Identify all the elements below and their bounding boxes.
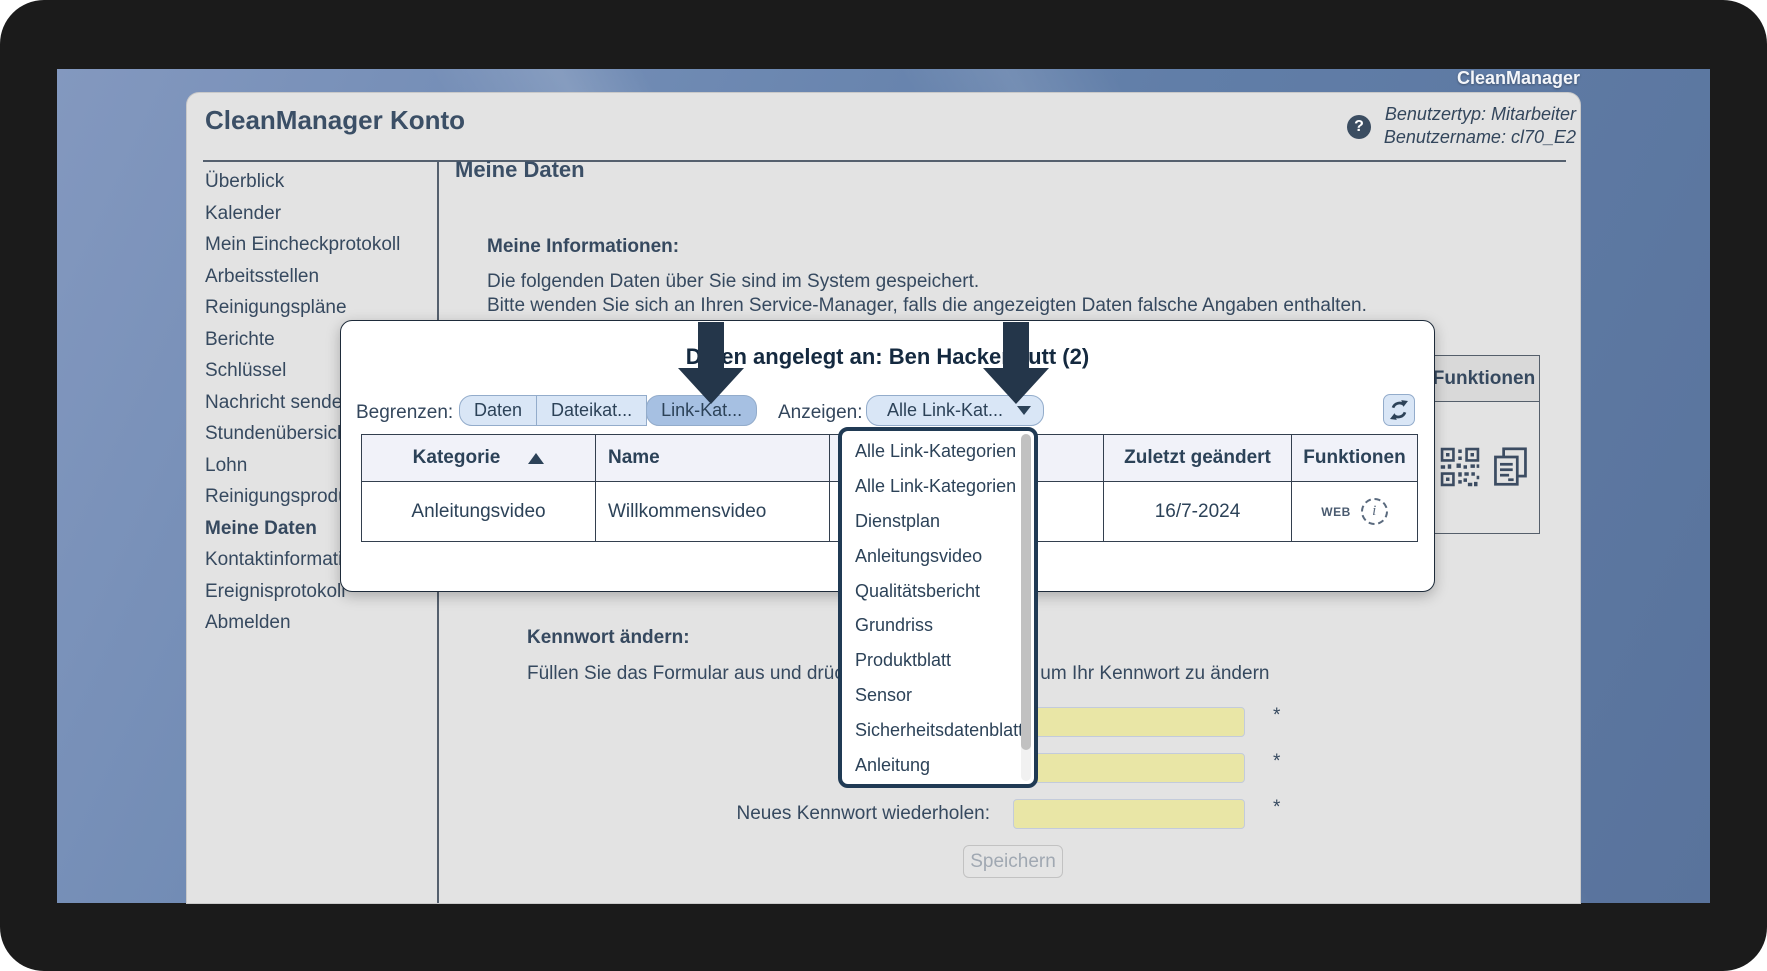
user-type-label: Benutzertyp: Mitarbeiter (1384, 103, 1576, 126)
screenshot-stage: CleanManager CleanManager Konto ? Benutz… (0, 0, 1767, 971)
save-button[interactable]: Speichern (963, 845, 1063, 878)
help-icon[interactable]: ? (1347, 115, 1371, 139)
limit-label: Begrenzen: (356, 402, 453, 424)
copy-documents-icon[interactable] (1490, 446, 1530, 488)
dropdown-option-dienstplan[interactable]: Dienstplan (842, 504, 1034, 539)
user-info: Benutzertyp: Mitarbeiter Benutzername: c… (1384, 103, 1576, 149)
dropdown-option-anleitungsvideo[interactable]: Anleitungsvideo (842, 539, 1034, 574)
column-header-funktionen: Funktionen (1292, 435, 1417, 482)
sidebar-item-kalender[interactable]: Kalender (205, 203, 445, 235)
repeat-password-input[interactable] (1013, 799, 1245, 829)
sort-ascending-icon (528, 453, 544, 464)
info-heading: Meine Informationen: (487, 236, 679, 258)
dropdown-option-sensor[interactable]: Sensor (842, 678, 1034, 713)
dropdown-option-qualitaetsbericht[interactable]: Qualitätsbericht (842, 574, 1034, 609)
web-link[interactable]: WEB (1321, 505, 1351, 519)
refresh-icon (1388, 399, 1410, 421)
dropdown-option-alle-2[interactable]: Alle Link-Kategorien (842, 469, 1034, 504)
page-title: CleanManager Konto (205, 105, 465, 136)
dropdown-scrollbar-thumb[interactable] (1021, 434, 1031, 750)
cell-zuletzt-geaendert: 16/7-2024 (1104, 482, 1292, 541)
dropdown-option-sicherheitsdatenblatt[interactable]: Sicherheitsdatenblatt (842, 713, 1034, 748)
background-table-header-funktionen: Funktionen (1428, 355, 1540, 402)
dropdown-option-alle-1[interactable]: Alle Link-Kategorien (842, 434, 1034, 469)
brand-label: CleanManager (1457, 68, 1580, 89)
qr-code-icon[interactable] (1439, 446, 1481, 488)
cell-kategorie: Anleitungsvideo (362, 482, 596, 541)
refresh-button[interactable] (1383, 394, 1415, 426)
limit-button-daten[interactable]: Daten (459, 395, 537, 426)
sidebar-item-ueberblick[interactable]: Überblick (205, 171, 445, 203)
header-divider (203, 160, 1566, 162)
old-password-required: * (1273, 705, 1280, 727)
sidebar-item-arbeitsstellen[interactable]: Arbeitsstellen (205, 266, 445, 298)
arrow-shaft (1003, 322, 1029, 368)
dialog-title: Daten angelegt an: Ben Hackenbutt (2) (341, 344, 1434, 370)
annotation-arrow-link-kategorien (678, 322, 744, 404)
arrow-head (983, 368, 1049, 404)
info-line-1: Die folgenden Daten über Sie sind im Sys… (487, 271, 979, 293)
dropdown-scrollbar[interactable] (1021, 434, 1031, 781)
column-header-kategorie[interactable]: Kategorie (362, 435, 596, 482)
repeat-password-label: Neues Kennwort wiederholen: (527, 803, 990, 825)
column-header-zuletzt-geaendert: Zuletzt geändert (1104, 435, 1292, 482)
repeat-password-required: * (1273, 797, 1280, 819)
background-table-row-funktionen (1428, 401, 1540, 534)
dropdown-option-produktblatt[interactable]: Produktblatt (842, 643, 1034, 678)
section-title: Meine Daten (455, 157, 585, 183)
old-password-input[interactable] (1013, 707, 1245, 737)
info-line-2: Bitte wenden Sie sich an Ihren Service-M… (487, 295, 1367, 317)
info-icon[interactable]: i (1361, 498, 1388, 525)
column-header-name: Name (596, 435, 830, 482)
cell-name: Willkommensvideo (596, 482, 830, 541)
dropdown-option-grundriss[interactable]: Grundriss (842, 608, 1034, 643)
new-password-required: * (1273, 751, 1280, 773)
new-password-input[interactable] (1013, 753, 1245, 783)
link-category-dropdown: Alle Link-Kategorien Alle Link-Kategorie… (838, 427, 1038, 788)
chevron-down-icon (1017, 406, 1031, 415)
show-label: Anzeigen: (778, 402, 863, 424)
dropdown-option-anleitung[interactable]: Anleitung (842, 748, 1034, 783)
limit-button-dateikategorien[interactable]: Dateikat... (537, 395, 647, 426)
arrow-shaft (698, 322, 724, 368)
cell-funktionen: WEB i (1292, 482, 1417, 541)
user-name-label: Benutzername: cl70_E2 (1384, 126, 1576, 149)
sidebar-item-eincheckprotokoll[interactable]: Mein Eincheckprotokoll (205, 234, 445, 266)
annotation-arrow-select (983, 322, 1049, 404)
sidebar-item-abmelden[interactable]: Abmelden (205, 612, 445, 644)
arrow-head (678, 368, 744, 404)
